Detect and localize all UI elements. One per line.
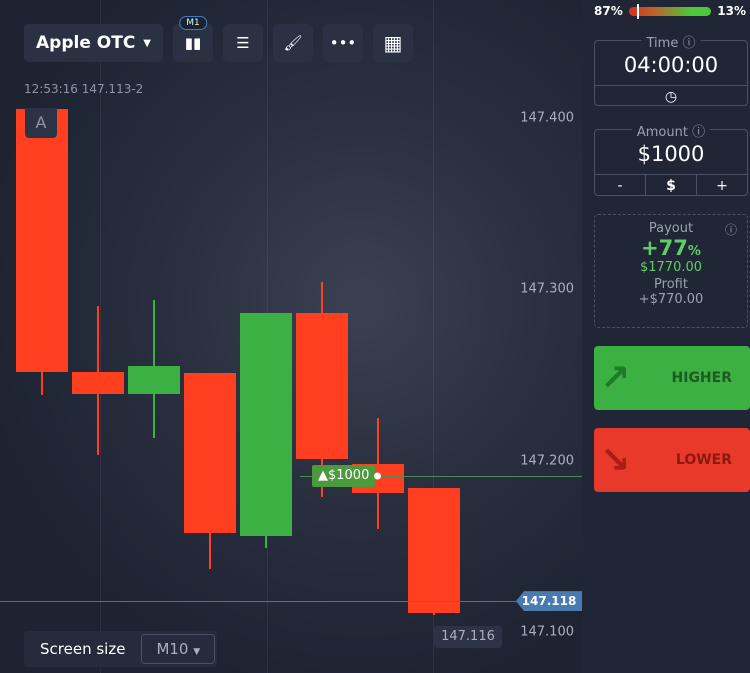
screen-size-control: Screen size M10 ▼	[24, 631, 218, 667]
payout-total: $1770.00	[639, 260, 703, 275]
candle	[16, 109, 68, 372]
increase-button[interactable]: +	[696, 175, 747, 196]
y-tick-label: 147.100	[520, 624, 574, 640]
trade-dot	[374, 472, 381, 480]
trade-panel: 87% 13% Time ⓘ 04:00:00 ◷ Amount ⓘ $1000…	[582, 0, 750, 673]
drawing-button[interactable]: 🖌	[273, 24, 313, 62]
y-tick-label: 147.200	[520, 453, 574, 469]
candle	[184, 373, 236, 533]
brush-icon: 🖌	[283, 34, 303, 52]
chevron-down-icon: ▼	[193, 647, 201, 657]
trend-down-icon: ↘	[600, 439, 631, 481]
current-price-line	[0, 601, 582, 603]
grid-line	[100, 0, 101, 673]
price-chart[interactable]: 147.400 147.300 147.200 147.100 ▲$1000 147.…	[0, 0, 582, 673]
current-price-label: 147.118	[516, 591, 582, 612]
chart-type-button[interactable]: M1 ▮▮	[173, 16, 213, 62]
payout-panel: Payout ⓘ +77% $1770.00 Profit +$770.00	[594, 214, 748, 328]
currency-button[interactable]: $	[645, 175, 696, 196]
higher-button[interactable]: ↗ HIGHER	[594, 346, 750, 410]
y-tick-label: 147.300	[520, 281, 574, 297]
candle	[296, 313, 348, 459]
screen-size-value: M10	[156, 640, 189, 658]
percent-sign: %	[687, 244, 701, 259]
candle	[72, 371, 124, 394]
screen-size-label: Screen size	[40, 640, 126, 658]
candle	[408, 488, 460, 614]
sliders-icon: ☰	[236, 34, 250, 52]
help-icon[interactable]: ⓘ	[725, 221, 737, 238]
layout-button[interactable]: ▦	[373, 24, 413, 62]
screen-size-select[interactable]: M10 ▼	[141, 634, 216, 664]
trend-up-icon: ↗	[600, 357, 631, 399]
higher-label: HIGHER	[671, 370, 732, 386]
candle	[240, 313, 292, 536]
time-field[interactable]: Time ⓘ 04:00:00 ◷	[594, 32, 748, 107]
more-icon: •••	[329, 34, 357, 52]
chart-marker[interactable]: A	[25, 108, 57, 138]
profit-value: +$770.00	[638, 292, 704, 307]
decrease-button[interactable]: -	[595, 175, 645, 196]
payout-percent: +77	[641, 236, 688, 260]
help-icon[interactable]: ⓘ	[682, 36, 695, 51]
crosshair-label: 12:53:16 147.113-2	[24, 82, 144, 96]
sentiment-gauge	[628, 3, 712, 19]
indicators-button[interactable]: ☰	[223, 24, 263, 62]
asset-selector[interactable]: Apple OTC ▼	[24, 24, 163, 62]
candle	[128, 366, 180, 394]
buy-percent: 13%	[717, 4, 746, 18]
y-tick-label: 147.400	[520, 110, 574, 126]
amount-label: Amount ⓘ	[631, 121, 711, 140]
trade-marker[interactable]: ▲$1000	[312, 465, 376, 488]
sell-percent: 87%	[594, 4, 623, 18]
lower-label: LOWER	[675, 452, 732, 468]
lower-button[interactable]: ↘ LOWER	[594, 428, 750, 492]
amount-field[interactable]: Amount ⓘ $1000 - $ +	[594, 121, 748, 196]
hover-price-label: 147.116	[434, 626, 502, 648]
grid-icon: ▦	[383, 31, 403, 55]
asset-name: Apple OTC	[36, 33, 136, 53]
candlestick-icon: ▮▮	[184, 34, 202, 52]
timeframe-badge: M1	[179, 16, 207, 30]
profit-label: Profit	[654, 277, 688, 292]
clock-icon[interactable]: ◷	[595, 86, 747, 107]
sentiment-bar: 87% 13%	[594, 3, 746, 19]
help-icon[interactable]: ⓘ	[692, 125, 705, 140]
more-button[interactable]: •••	[323, 24, 363, 62]
time-label: Time ⓘ	[641, 32, 701, 51]
chevron-down-icon: ▼	[143, 37, 151, 49]
